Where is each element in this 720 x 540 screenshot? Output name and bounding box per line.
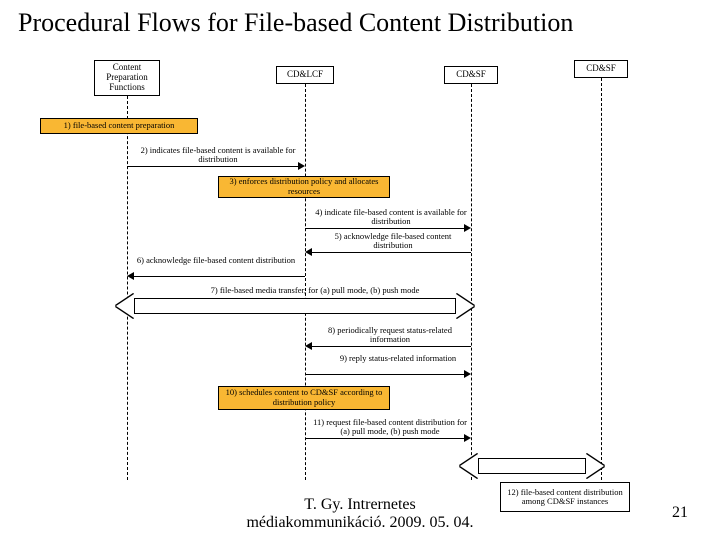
bigarrowhead-step7-l — [116, 294, 134, 318]
arrow-step8 — [312, 346, 471, 347]
note-step10: 10) schedules content to CD&SF according… — [218, 386, 390, 410]
arrowhead-step6 — [127, 272, 134, 280]
msg-step9: 9) reply status-related information — [328, 354, 468, 363]
page-title: Procedural Flows for File-based Content … — [18, 8, 573, 38]
arrow-step4 — [305, 228, 464, 229]
msg-step6: 6) acknowledge file-based content distri… — [136, 256, 296, 265]
lifeline-a — [127, 96, 128, 480]
page-number: 21 — [672, 504, 688, 522]
arrow-step6 — [134, 276, 305, 277]
lane-content-prep: Content Preparation Functions — [94, 60, 160, 96]
bigarrowhead-step12-l — [460, 454, 478, 478]
arrowhead-step9 — [464, 370, 471, 378]
lifeline-b — [305, 84, 306, 480]
arrowhead-step4 — [464, 224, 471, 232]
arrowhead-step2 — [298, 162, 305, 170]
footer-line1: T. Gy. Intrernetes — [304, 496, 416, 513]
bigarrowhead-step12-r — [586, 454, 604, 478]
arrowhead-step8 — [305, 342, 312, 350]
arrow-step2 — [127, 166, 298, 167]
bigarrow-step12 — [478, 458, 586, 474]
lane-cds-lcf: CD&LCF — [276, 66, 334, 84]
sequence-diagram: Content Preparation Functions CD&LCF CD&… — [0, 60, 720, 500]
msg-step11: 11) request file-based content distribut… — [310, 418, 470, 437]
footer-text: T. Gy. Intrernetes médiakommunikáció. 20… — [0, 496, 720, 532]
lane-cds-sf2: CD&SF — [574, 60, 628, 78]
bigarrow-step7 — [134, 298, 456, 314]
bigarrowhead-step7-r — [456, 294, 474, 318]
msg-step7: 7) file-based media transfer, for (a) pu… — [190, 286, 440, 295]
lane-cds-sf: CD&SF — [444, 66, 498, 84]
arrowhead-step5 — [305, 248, 312, 256]
arrow-step5 — [312, 252, 471, 253]
lifeline-d — [601, 78, 602, 480]
msg-step4: 4) indicate file-based content is availa… — [312, 208, 470, 227]
lifeline-c — [471, 84, 472, 480]
arrow-step11 — [305, 438, 464, 439]
msg-step2: 2) indicates file-based content is avail… — [138, 146, 298, 165]
arrow-step9 — [305, 374, 464, 375]
msg-step5: 5) acknowledge file-based content distri… — [318, 232, 468, 251]
arrowhead-step11 — [464, 434, 471, 442]
msg-step8: 8) periodically request status-related i… — [312, 326, 468, 345]
note-step1: 1) file-based content preparation — [40, 118, 198, 134]
footer-line2: médiakommunikáció. 2009. 05. 04. — [246, 514, 473, 531]
note-step3: 3) enforces distribution policy and allo… — [218, 176, 390, 198]
